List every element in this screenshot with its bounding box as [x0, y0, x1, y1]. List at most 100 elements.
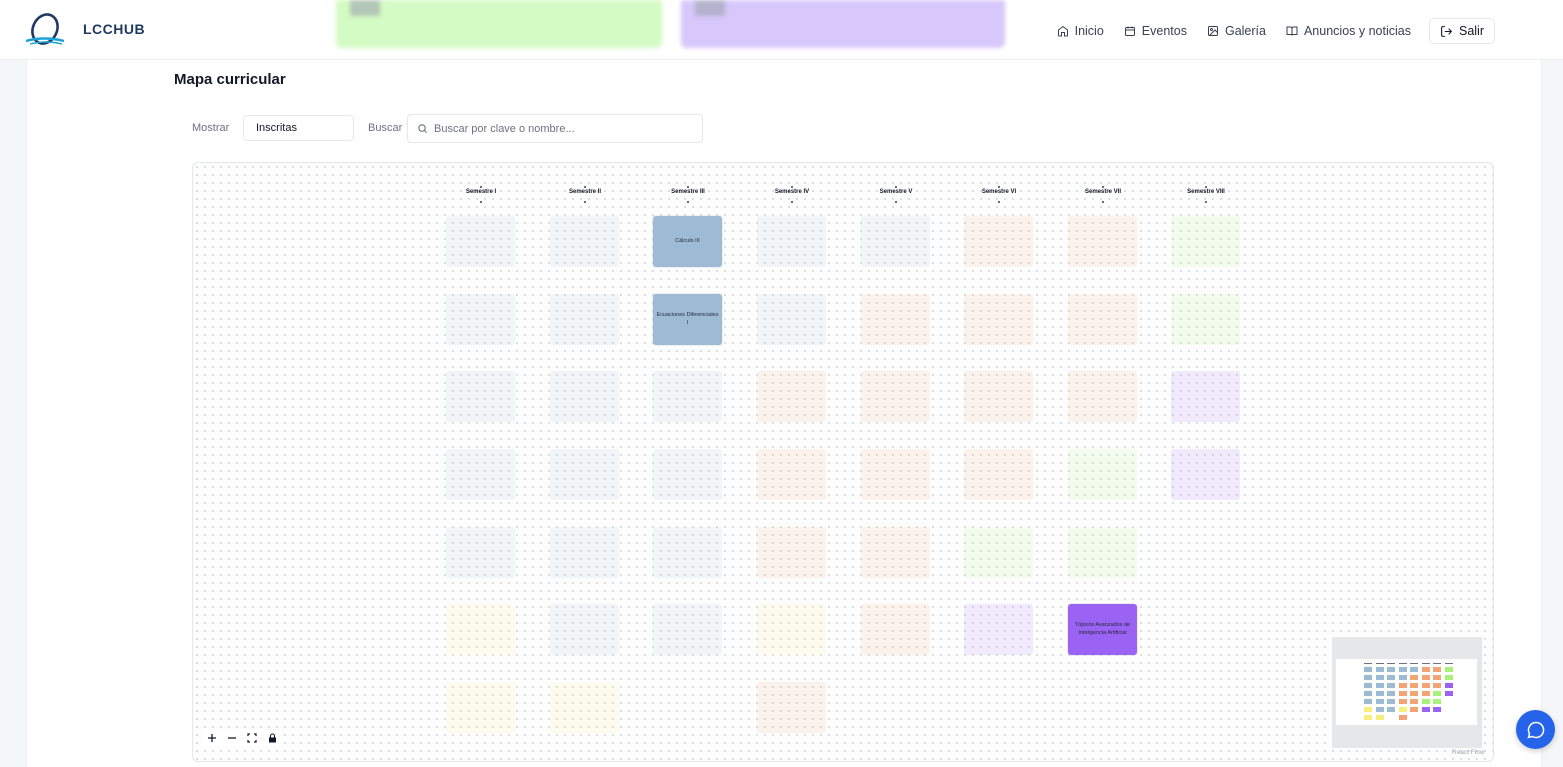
- image-icon: [1207, 26, 1218, 36]
- course-node[interactable]: [964, 604, 1033, 655]
- course-node[interactable]: [964, 294, 1033, 345]
- minimap-node: [1398, 707, 1407, 712]
- course-node[interactable]: [861, 216, 930, 267]
- search-label: Buscar: [368, 122, 403, 134]
- nav-inicio[interactable]: Inicio: [1057, 24, 1104, 38]
- course-node[interactable]: [1171, 371, 1240, 422]
- nav-inicio-label: Inicio: [1074, 24, 1104, 38]
- course-node[interactable]: [757, 604, 826, 655]
- minimap-node: [1410, 699, 1418, 704]
- fit-view-icon: [247, 733, 257, 743]
- minimap-node: [1387, 699, 1395, 704]
- course-node[interactable]: Ecuaciones Diferenciales I: [653, 294, 722, 345]
- course-node[interactable]: [550, 294, 619, 345]
- minimap-node: [1375, 699, 1384, 704]
- course-node[interactable]: [653, 449, 722, 500]
- top-navbar: LCCHUB Inicio Eventos Galería Anuncios y…: [0, 0, 1563, 60]
- course-node[interactable]: [446, 216, 515, 267]
- flow-minimap[interactable]: [1332, 637, 1482, 748]
- react-flow-attribution[interactable]: React Flow: [1452, 749, 1485, 756]
- minimap-node: [1433, 667, 1441, 672]
- minimap-node: [1444, 667, 1453, 672]
- semester-header: Semestre VI: [959, 186, 1039, 203]
- course-node[interactable]: [861, 527, 930, 578]
- course-node[interactable]: [1068, 216, 1137, 267]
- course-node[interactable]: [550, 604, 619, 655]
- semester-header: Semestre VII: [1063, 186, 1143, 203]
- course-node[interactable]: [550, 682, 619, 733]
- course-node[interactable]: [550, 371, 619, 422]
- nav-anuncios[interactable]: Anuncios y noticias: [1286, 24, 1411, 38]
- course-node[interactable]: [446, 449, 515, 500]
- course-node[interactable]: [446, 682, 515, 733]
- course-node[interactable]: [1068, 449, 1137, 500]
- logout-icon: [1441, 25, 1453, 37]
- course-node[interactable]: [653, 527, 722, 578]
- minimap-header-mark: [1364, 663, 1372, 664]
- course-node[interactable]: [861, 371, 930, 422]
- course-node[interactable]: [964, 527, 1033, 578]
- course-node[interactable]: [861, 604, 930, 655]
- zoom-in-button[interactable]: [204, 730, 220, 746]
- course-node[interactable]: Tópicos Avanzados de Inteligencia Artifi…: [1068, 604, 1137, 655]
- promo-banner-purple[interactable]: [681, 0, 1005, 48]
- search-input[interactable]: [434, 122, 684, 135]
- minimap-node: [1364, 699, 1372, 704]
- fit-view-button[interactable]: [244, 730, 260, 746]
- course-node[interactable]: [550, 449, 619, 500]
- brand-logo[interactable]: LCCHUB: [24, 10, 145, 48]
- course-node[interactable]: [757, 682, 826, 733]
- chat-icon: [1526, 721, 1544, 739]
- semester-header: Semestre II: [545, 186, 625, 203]
- curriculum-flow-canvas[interactable]: [192, 162, 1494, 762]
- course-node[interactable]: [446, 527, 515, 578]
- lock-button[interactable]: [264, 730, 280, 746]
- minimap-header-mark: [1433, 663, 1441, 664]
- course-node[interactable]: [1068, 371, 1137, 422]
- minimap-node: [1398, 691, 1407, 696]
- course-node[interactable]: [653, 371, 722, 422]
- plus-icon: [208, 734, 216, 742]
- course-node[interactable]: [757, 527, 826, 578]
- minimap-node: [1410, 667, 1418, 672]
- course-node[interactable]: Cálculo III: [653, 216, 722, 267]
- course-node[interactable]: [1171, 294, 1240, 345]
- course-node[interactable]: [964, 216, 1033, 267]
- nav-eventos[interactable]: Eventos: [1124, 24, 1187, 38]
- course-node[interactable]: [757, 371, 826, 422]
- course-node[interactable]: [446, 604, 515, 655]
- course-node[interactable]: [550, 527, 619, 578]
- nav-anuncios-label: Anuncios y noticias: [1303, 24, 1411, 38]
- flow-controls: [202, 729, 282, 747]
- show-select[interactable]: Inscritas: [243, 115, 354, 141]
- minimap-node: [1387, 707, 1395, 712]
- promo-banner-green[interactable]: [336, 0, 662, 48]
- course-node[interactable]: [964, 449, 1033, 500]
- course-node[interactable]: [964, 371, 1033, 422]
- chat-button[interactable]: [1516, 710, 1555, 749]
- course-node[interactable]: [446, 371, 515, 422]
- nav-galeria-label: Galería: [1224, 24, 1266, 38]
- course-node[interactable]: [1068, 527, 1137, 578]
- semester-header: Semestre III: [648, 186, 728, 203]
- course-node[interactable]: [1171, 216, 1240, 267]
- logout-button[interactable]: Salir: [1428, 18, 1495, 44]
- minimap-node: [1421, 691, 1430, 696]
- minimap-node: [1387, 667, 1395, 672]
- zoom-out-button[interactable]: [224, 730, 240, 746]
- minimap-viewport: [1336, 659, 1477, 725]
- course-node[interactable]: [1171, 449, 1240, 500]
- course-node[interactable]: [757, 216, 826, 267]
- nav-galeria[interactable]: Galería: [1207, 24, 1266, 38]
- page: LCCHUB Inicio Eventos Galería Anuncios y…: [0, 0, 1563, 767]
- minimap-node: [1410, 683, 1418, 688]
- minimap-node: [1364, 715, 1372, 720]
- course-node[interactable]: [861, 449, 930, 500]
- course-node[interactable]: [757, 294, 826, 345]
- course-node[interactable]: [861, 294, 930, 345]
- course-node[interactable]: [446, 294, 515, 345]
- course-node[interactable]: [757, 449, 826, 500]
- course-node[interactable]: [550, 216, 619, 267]
- course-node[interactable]: [1068, 294, 1137, 345]
- course-node[interactable]: [653, 604, 722, 655]
